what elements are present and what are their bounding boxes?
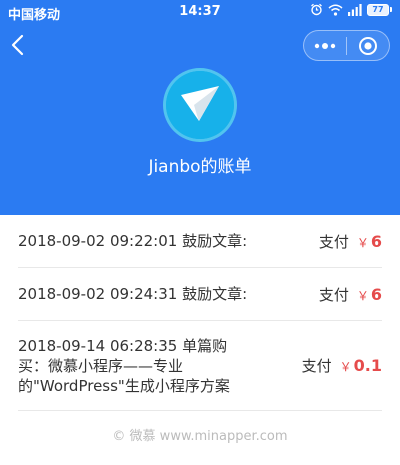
status-bar: 中国移动 14:37 77	[0, 0, 400, 26]
transaction-amount-group: 支付 ￥ 0.1	[302, 355, 382, 376]
pay-label: 支付	[318, 232, 349, 251]
transaction-amount: 6	[370, 284, 382, 304]
currency-symbol: ￥	[339, 360, 352, 374]
transaction-description: 2018-09-14 06:28:35 单篇购买：微慕小程序——专业的"Word…	[18, 336, 230, 395]
avatar	[163, 68, 237, 142]
more-menu-button[interactable]	[304, 31, 346, 60]
transaction-amount: 6	[370, 231, 382, 251]
transaction-row[interactable]: 2018-09-14 06:28:35 单篇购买：微慕小程序——专业的"Word…	[18, 321, 382, 411]
system-icons: 77	[310, 3, 392, 16]
alarm-clock-icon	[311, 3, 322, 16]
header-banner: 中国移动 14:37 77 Jianbo的账单	[0, 0, 400, 215]
page-title: Jianbo的账单	[148, 157, 252, 177]
back-button[interactable]	[8, 33, 30, 57]
transaction-description: 2018-09-02 09:22:01 鼓励文章:	[18, 232, 248, 250]
transaction-amount-group: 支付 ￥ 6	[319, 284, 382, 305]
battery-tip	[390, 7, 392, 12]
currency-symbol: ￥	[356, 235, 369, 250]
close-mini-program-button[interactable]	[347, 31, 389, 60]
transaction-list: 2018-09-02 09:22:01 鼓励文章: 支付 ￥ 6 2018-09…	[18, 215, 382, 411]
transaction-amount-group: 支付 ￥ 6	[319, 231, 382, 252]
wifi-icon	[328, 4, 343, 16]
paper-plane-icon	[166, 71, 234, 139]
copyright-footer: © 微慕 www.minapper.com	[112, 429, 288, 444]
currency-symbol: ￥	[356, 288, 369, 303]
transaction-amount: 0.1	[353, 356, 382, 375]
signal-icon	[348, 3, 362, 16]
transaction-row[interactable]: 2018-09-02 09:22:01 鼓励文章: 支付 ￥ 6	[18, 215, 382, 268]
battery-icon: 77	[367, 3, 389, 16]
transaction-description: 2018-09-02 09:24:31 鼓励文章:	[18, 285, 248, 303]
transaction-row[interactable]: 2018-09-02 09:24:31 鼓励文章: 支付 ￥ 6	[18, 268, 382, 321]
chevron-left-icon	[11, 34, 24, 56]
target-circle-icon	[359, 36, 377, 55]
pay-label: 支付	[318, 285, 349, 304]
mini-program-capsule	[303, 30, 390, 61]
more-dots-icon	[314, 42, 336, 49]
pay-label: 支付	[301, 357, 332, 375]
